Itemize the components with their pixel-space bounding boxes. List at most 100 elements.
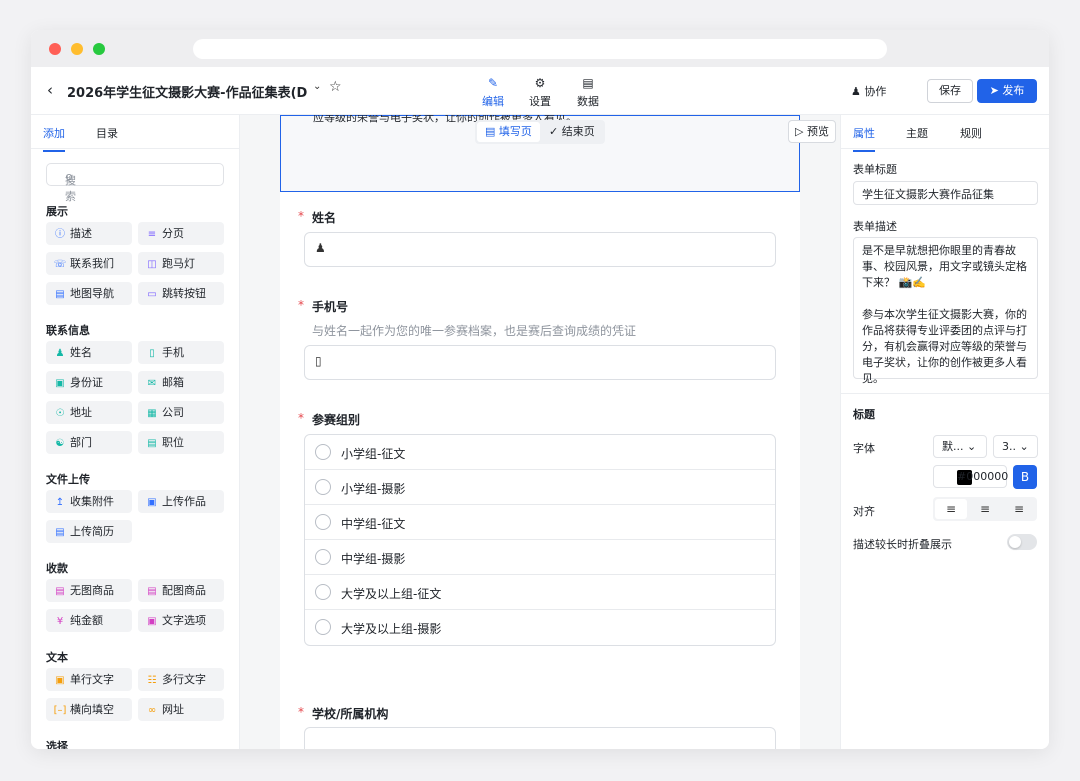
close-window-button[interactable] bbox=[49, 43, 61, 55]
align-left-icon[interactable]: ≡ bbox=[935, 499, 967, 519]
component-fill-blank[interactable]: [–] 横向填空 bbox=[46, 698, 132, 721]
text-icon: ▣ bbox=[55, 675, 65, 686]
tab-data-label: 数据 bbox=[577, 95, 599, 108]
collaborate-button[interactable]: ♟ 协作 bbox=[851, 83, 886, 99]
radio-button[interactable] bbox=[315, 514, 331, 530]
component-text-option[interactable]: ▣ 文字选项 bbox=[138, 609, 224, 632]
form-title-input[interactable]: 学生征文摄影大赛作品征集 bbox=[853, 181, 1038, 205]
star-icon[interactable]: ☆ bbox=[329, 79, 342, 95]
component-upload-resume[interactable]: ▤ 上传简历 bbox=[46, 520, 132, 543]
form-desc-textarea[interactable]: 是不是早就想把你眼里的青春故事、校园风景，用文字或镜头定格下来？ 📸✍️ 参与本… bbox=[853, 237, 1038, 385]
chevron-down-icon[interactable]: ⌄ bbox=[313, 81, 321, 92]
tab-edit-label: 编辑 bbox=[482, 95, 504, 108]
font-family-select[interactable]: 默... ⌄ bbox=[933, 435, 987, 458]
image-upload-icon: ▣ bbox=[147, 497, 157, 508]
radio-option[interactable]: 小学组-摄影 bbox=[305, 470, 775, 505]
chip-label: 公司 bbox=[162, 406, 184, 419]
radio-button[interactable] bbox=[315, 479, 331, 495]
option-label: 小学组-征文 bbox=[341, 447, 406, 461]
radio-option[interactable]: 小学组-征文 bbox=[305, 435, 775, 470]
person-icon: ♟ bbox=[55, 348, 65, 359]
form-title-label: 表单标题 bbox=[853, 163, 897, 176]
radio-button[interactable] bbox=[315, 444, 331, 460]
align-right-icon[interactable]: ≡ bbox=[1003, 499, 1035, 519]
font-size-select[interactable]: 3.. ⌄ bbox=[993, 435, 1038, 458]
end-page-tab[interactable]: ✓ 结束页 bbox=[541, 122, 603, 142]
bold-button[interactable]: B bbox=[1013, 465, 1037, 489]
component-search-input[interactable]: ⚲ 搜索 bbox=[46, 163, 224, 203]
radio-option[interactable]: 中学组-摄影 bbox=[305, 540, 775, 575]
component-name[interactable]: ♟ 姓名 bbox=[46, 341, 132, 364]
save-button[interactable]: 保存 bbox=[927, 79, 973, 103]
component-phone[interactable]: ▯ 手机 bbox=[138, 341, 224, 364]
tab-add[interactable]: 添加 bbox=[43, 125, 65, 152]
chip-label: 配图商品 bbox=[162, 584, 206, 597]
chip-label: 文字选项 bbox=[162, 614, 206, 627]
name-field[interactable]: ♟ bbox=[304, 232, 776, 267]
tab-theme[interactable]: 主题 bbox=[906, 125, 928, 141]
component-upload-work[interactable]: ▣ 上传作品 bbox=[138, 490, 224, 513]
minimize-window-button[interactable] bbox=[71, 43, 83, 55]
phone-field[interactable]: ▯ bbox=[304, 345, 776, 380]
maximize-window-button[interactable] bbox=[93, 43, 105, 55]
component-product-no-image[interactable]: ▤ 无图商品 bbox=[46, 579, 132, 602]
collaborate-label: 协作 bbox=[864, 85, 887, 98]
radio-button[interactable] bbox=[315, 549, 331, 565]
component-pagination[interactable]: ≡ 分页 bbox=[138, 222, 224, 245]
color-value: #000000 bbox=[957, 470, 1009, 483]
component-marquee[interactable]: ◫ 跑马灯 bbox=[138, 252, 224, 275]
tab-outline[interactable]: 目录 bbox=[96, 125, 118, 141]
component-amount[interactable]: ¥ 纯金额 bbox=[46, 609, 132, 632]
school-field[interactable] bbox=[304, 727, 776, 749]
component-department[interactable]: ☯ 部门 bbox=[46, 431, 132, 454]
radio-button[interactable] bbox=[315, 584, 331, 600]
info-icon: ⓘ bbox=[55, 229, 65, 240]
tab-settings[interactable]: ⚙ 设置 bbox=[520, 75, 560, 109]
tab-data[interactable]: ▤ 数据 bbox=[568, 75, 608, 109]
divider bbox=[841, 393, 1049, 394]
component-position[interactable]: ▤ 职位 bbox=[138, 431, 224, 454]
component-email[interactable]: ✉ 邮箱 bbox=[138, 371, 224, 394]
end-page-label: 结束页 bbox=[561, 125, 595, 138]
align-center-icon[interactable]: ≡ bbox=[969, 499, 1001, 519]
component-product-image[interactable]: ▤ 配图商品 bbox=[138, 579, 224, 602]
back-icon[interactable]: ‹ bbox=[47, 81, 53, 99]
component-description[interactable]: ⓘ 描述 bbox=[46, 222, 132, 245]
align-group: ≡ ≡ ≡ bbox=[933, 497, 1037, 521]
component-company[interactable]: ▦ 公司 bbox=[138, 401, 224, 424]
check-circle-icon: ✓ bbox=[549, 125, 559, 138]
collapse-toggle[interactable] bbox=[1007, 534, 1037, 550]
tab-rules[interactable]: 规则 bbox=[960, 125, 982, 141]
chip-label: 部门 bbox=[70, 436, 92, 449]
component-jump-button[interactable]: ▭ 跳转按钮 bbox=[138, 282, 224, 305]
publish-button[interactable]: ➤ 发布 bbox=[977, 79, 1037, 103]
chip-label: 描述 bbox=[70, 227, 92, 240]
chip-label: 邮箱 bbox=[162, 376, 184, 389]
briefcase-icon: ▤ bbox=[147, 438, 157, 449]
component-attachment[interactable]: ↥ 收集附件 bbox=[46, 490, 132, 513]
question-label: 学校/所属机构 bbox=[312, 707, 389, 721]
option-label: 小学组-摄影 bbox=[341, 482, 406, 496]
component-url[interactable]: ∞ 网址 bbox=[138, 698, 224, 721]
resume-icon: ▤ bbox=[55, 527, 65, 538]
tab-properties[interactable]: 属性 bbox=[853, 125, 875, 152]
component-multi-line[interactable]: ☷ 多行文字 bbox=[138, 668, 224, 691]
gear-icon: ⚙ bbox=[534, 76, 546, 90]
preview-button[interactable]: ▷ 预览 bbox=[788, 120, 836, 143]
address-bar[interactable] bbox=[193, 39, 887, 59]
component-id-card[interactable]: ▣ 身份证 bbox=[46, 371, 132, 394]
radio-button[interactable] bbox=[315, 619, 331, 635]
fill-page-tab[interactable]: ▤ 填写页 bbox=[477, 122, 540, 142]
component-map[interactable]: ▤ 地图导航 bbox=[46, 282, 132, 305]
radio-option[interactable]: 中学组-征文 bbox=[305, 505, 775, 540]
tab-edit[interactable]: ✎ 编辑 bbox=[473, 75, 513, 118]
publish-label: 发布 bbox=[1002, 84, 1025, 97]
radio-option[interactable]: 大学及以上组-征文 bbox=[305, 575, 775, 610]
form-title[interactable]: 2026年学生征文摄影大赛-作品征集表(Demo bbox=[67, 82, 307, 101]
component-single-line[interactable]: ▣ 单行文字 bbox=[46, 668, 132, 691]
chip-label: 纯金额 bbox=[70, 614, 103, 627]
color-picker[interactable]: #000000 bbox=[933, 465, 1009, 488]
component-address[interactable]: ☉ 地址 bbox=[46, 401, 132, 424]
radio-option[interactable]: 大学及以上组-摄影 bbox=[305, 610, 775, 645]
component-contact[interactable]: ☏ 联系我们 bbox=[46, 252, 132, 275]
